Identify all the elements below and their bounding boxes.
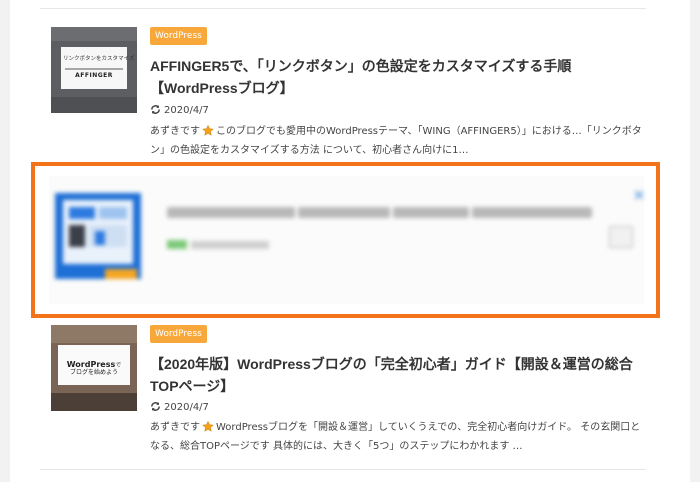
article-date: 2020/4/7 bbox=[150, 401, 209, 415]
divider bbox=[40, 8, 646, 9]
ad-open-button[interactable] bbox=[609, 226, 633, 248]
article-title[interactable]: 【2020年版】WordPressブログの「完全初心者」ガイド【開設＆運営の総合… bbox=[150, 353, 646, 397]
ad-sponsor bbox=[167, 234, 297, 249]
excerpt-start: あずきです bbox=[150, 126, 200, 137]
article-thumbnail[interactable]: リンクボタンをカスタマイズ AFFINGER bbox=[51, 27, 137, 113]
star-icon bbox=[202, 421, 214, 432]
thumbnail-caption: リンクボタンをカスタマイズ bbox=[63, 56, 135, 62]
refresh-icon bbox=[151, 105, 160, 114]
ad-card[interactable] bbox=[49, 176, 644, 304]
article-title[interactable]: AFFINGER5で、「リンクボタン」の色設定をカスタマイズする手順【WordP… bbox=[150, 55, 646, 99]
excerpt-rest: WordPressブログを「開設＆運営」していくうえでの、完全初心者向けガイド。… bbox=[150, 422, 641, 452]
ad-close-icon[interactable] bbox=[634, 190, 644, 200]
thumbnail-label: AFFINGER bbox=[75, 72, 113, 79]
article-date-text: 2020/4/7 bbox=[164, 402, 209, 413]
article-excerpt: あずきです WordPressブログを「開設＆運営」していくうえでの、完全初心者向… bbox=[150, 418, 646, 456]
star-icon bbox=[202, 125, 214, 136]
thumbnail-line2: ブログを始めよう bbox=[69, 369, 118, 376]
category-badge[interactable]: WordPress bbox=[150, 27, 207, 45]
excerpt-rest: このブログでも愛用中のWordPressテーマ、「WING（AFFINGER5）… bbox=[150, 126, 642, 156]
article-date: 2020/4/7 bbox=[150, 104, 209, 118]
ad-title[interactable] bbox=[167, 203, 627, 218]
article-thumbnail[interactable]: WordPressで ブログを始めよう bbox=[51, 325, 137, 411]
sponsored-ad-block[interactable] bbox=[31, 162, 660, 318]
refresh-icon bbox=[151, 402, 160, 411]
ad-thumbnail[interactable] bbox=[55, 193, 141, 279]
article-date-text: 2020/4/7 bbox=[164, 105, 209, 116]
excerpt-start: あずきです bbox=[150, 422, 200, 433]
article-card-affinger[interactable]: リンクボタンをカスタマイズ AFFINGER WordPress AFFINGE… bbox=[51, 27, 651, 159]
article-excerpt: あずきです このブログでも愛用中のWordPressテーマ、「WING（AFFIN… bbox=[150, 122, 646, 160]
divider bbox=[40, 469, 646, 470]
category-badge[interactable]: WordPress bbox=[150, 325, 207, 343]
article-card-beginner-guide[interactable]: WordPressで ブログを始めよう WordPress 【2020年版】Wo… bbox=[51, 325, 651, 460]
